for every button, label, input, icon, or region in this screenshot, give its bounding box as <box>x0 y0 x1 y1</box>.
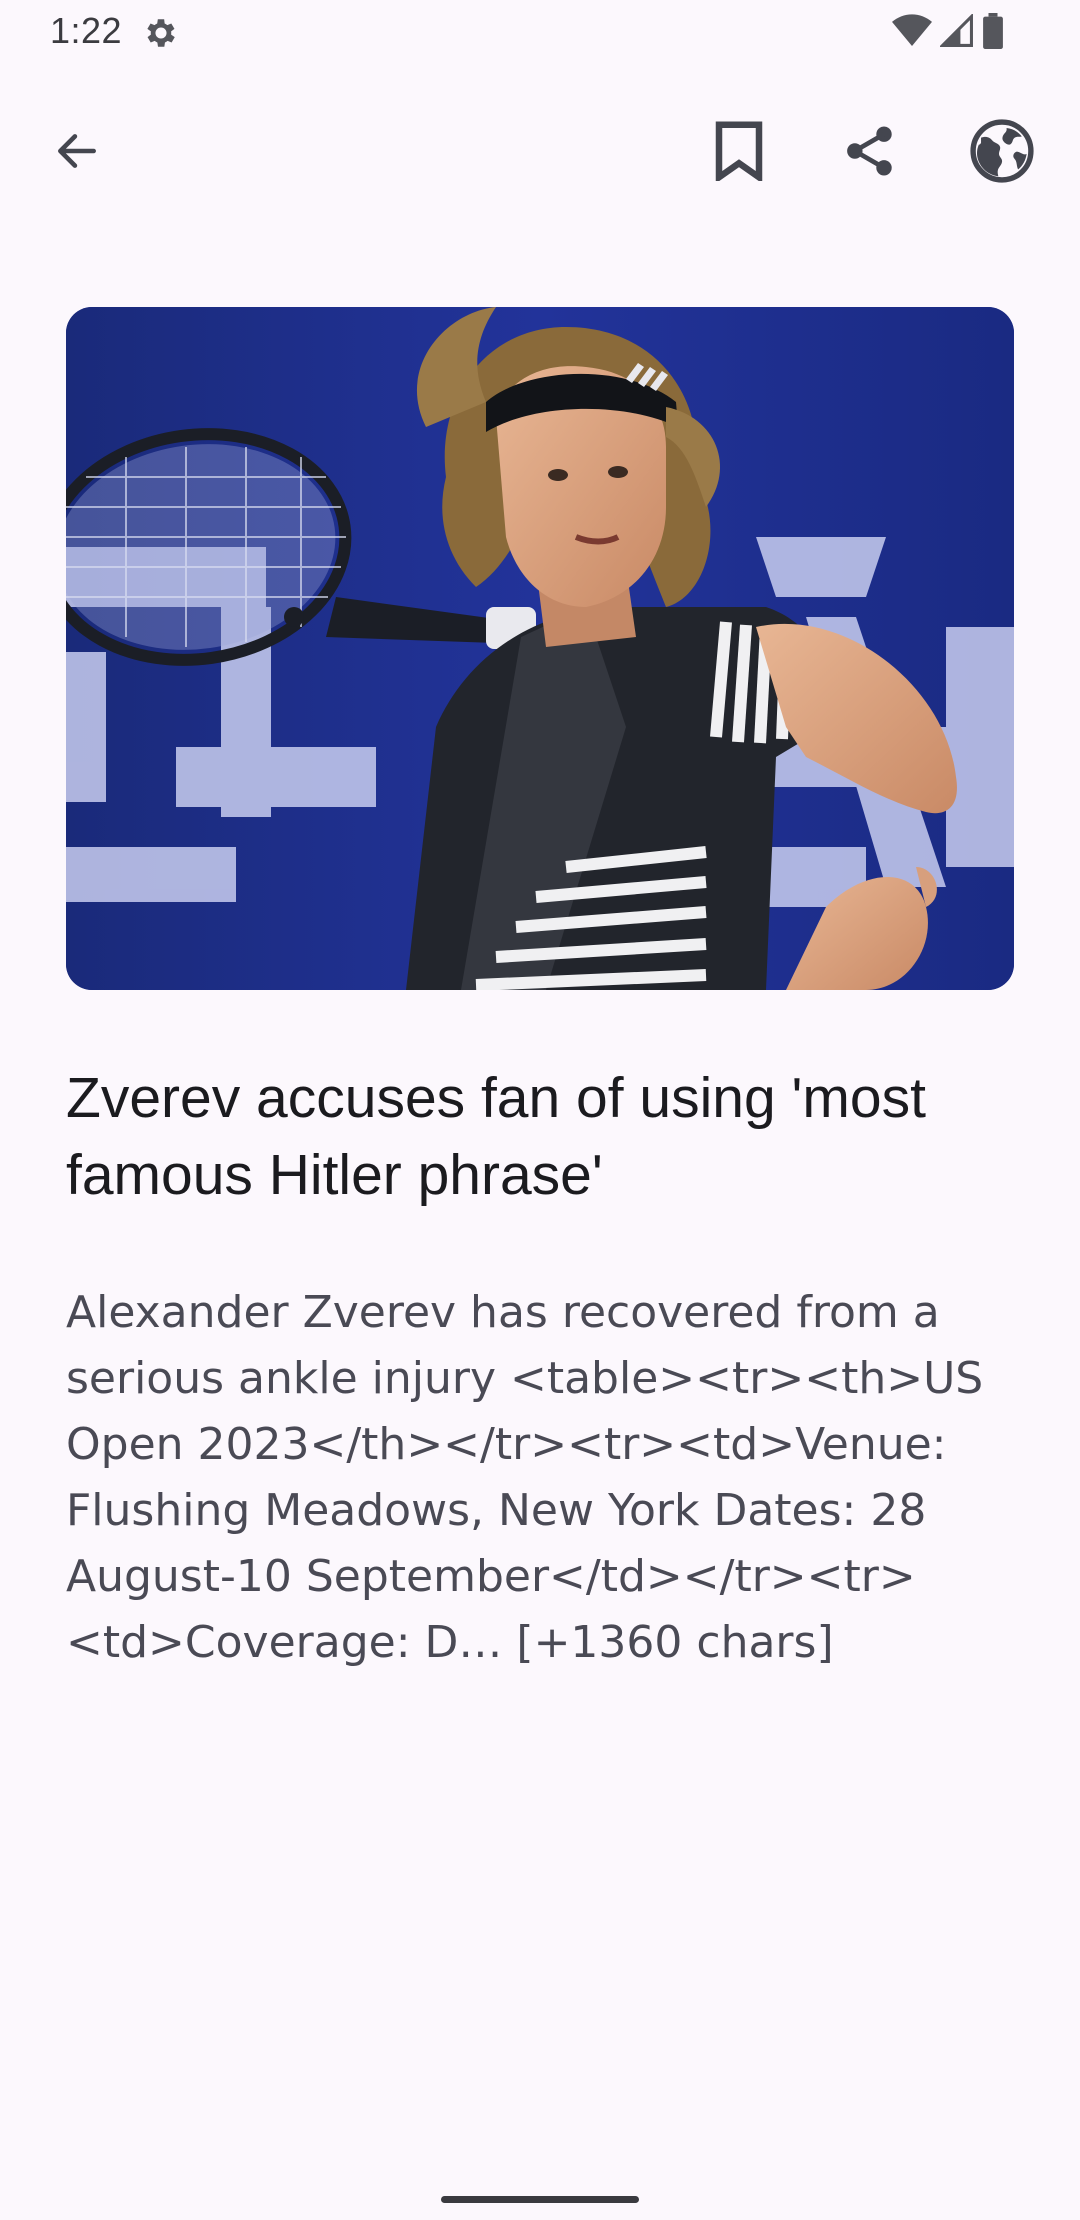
status-bar: 1:22 <box>0 0 1080 66</box>
top-app-bar <box>0 110 1080 196</box>
settings-gear-icon <box>142 14 180 52</box>
share-icon <box>842 123 898 184</box>
open-in-browser-button[interactable] <box>966 117 1038 189</box>
share-button[interactable] <box>834 117 906 189</box>
gesture-navigation-handle[interactable] <box>441 2196 639 2203</box>
cellular-signal-icon <box>938 12 974 53</box>
wifi-icon <box>892 13 932 53</box>
status-icons <box>892 12 1004 54</box>
bookmark-button[interactable] <box>703 117 775 189</box>
back-button[interactable] <box>41 117 113 189</box>
status-time: 1:22 <box>50 10 123 51</box>
bookmark-outline-icon <box>713 121 765 186</box>
article-headline: Zverev accuses fan of using 'most famous… <box>66 1066 926 1207</box>
arrow-back-icon <box>52 126 102 181</box>
article-image <box>66 307 1014 990</box>
tennis-player-illustration <box>66 307 1014 990</box>
globe-icon <box>968 117 1036 190</box>
article-description: Alexander Zverev has recovered from a se… <box>66 1287 984 1668</box>
battery-icon <box>982 12 1004 54</box>
